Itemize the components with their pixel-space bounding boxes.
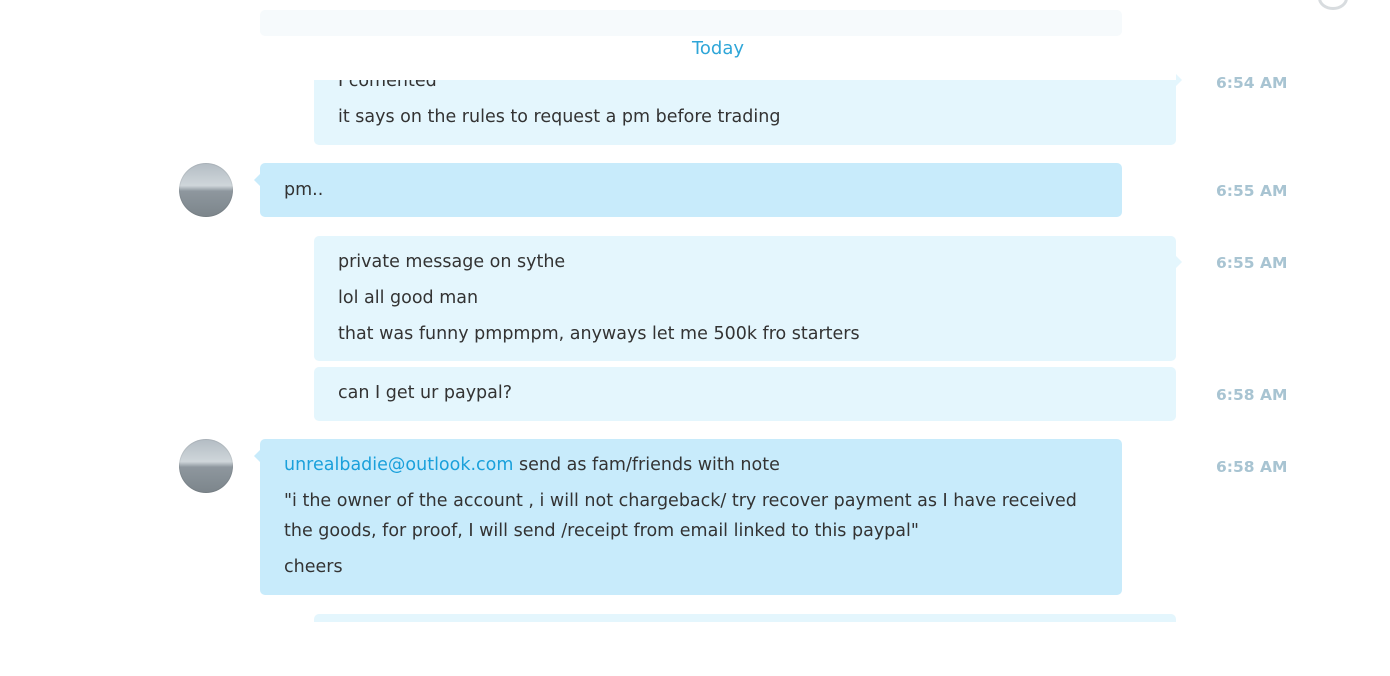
message-bubble-outgoing[interactable]: can I get ur paypal?	[314, 367, 1176, 421]
bubble-tail	[254, 174, 260, 186]
message-timestamp: 6:55 AM	[1216, 254, 1288, 272]
message-text: private message on sythe	[338, 252, 566, 272]
avatar[interactable]	[179, 163, 233, 217]
message-timestamp: 6:54 AM	[1216, 74, 1288, 92]
message-text: that was funny pmpmpm, anyways let me 50…	[338, 324, 860, 344]
message-bubble-outgoing[interactable]: private message on sythe lol all good ma…	[314, 236, 1176, 361]
message-text: it says on the rules to request a pm bef…	[338, 107, 781, 127]
bubble-tail	[1176, 256, 1182, 268]
message-timestamp: 6:58 AM	[1216, 386, 1288, 404]
message-bubble-incoming[interactable]: unrealbadie@outlook.com send as fam/frie…	[260, 439, 1122, 595]
scroll-corner-indicator	[1318, 0, 1348, 10]
message-text: can I get ur paypal?	[338, 383, 513, 403]
message-bubble-incoming[interactable]: pm..	[260, 163, 1122, 217]
message-text: the goods, for proof, I will send /recei…	[284, 521, 919, 541]
message-text-suffix: send as fam/friends with note	[513, 455, 780, 475]
message-text: "i the owner of the account , i will not…	[284, 491, 1077, 511]
message-text: lol all good man	[338, 288, 479, 308]
message-bubble-outgoing[interactable]	[314, 614, 1176, 622]
message-timestamp: 6:55 AM	[1216, 182, 1288, 200]
avatar[interactable]	[179, 439, 233, 493]
email-link[interactable]: unrealbadie@outlook.com	[284, 455, 513, 475]
message-text: pm..	[284, 180, 324, 200]
date-separator: Today	[691, 38, 745, 59]
bubble-tail	[254, 450, 260, 462]
message-timestamp: 6:58 AM	[1216, 458, 1288, 476]
message-text: I comented	[338, 71, 437, 91]
message-text: cheers	[284, 557, 343, 577]
message-bubble-outgoing[interactable]: I comented it says on the rules to reque…	[314, 71, 1176, 145]
message-text: unrealbadie@outlook.com send as fam/frie…	[284, 454, 780, 476]
bubble-tail	[1176, 74, 1182, 86]
previous-message-bubble	[260, 10, 1122, 36]
